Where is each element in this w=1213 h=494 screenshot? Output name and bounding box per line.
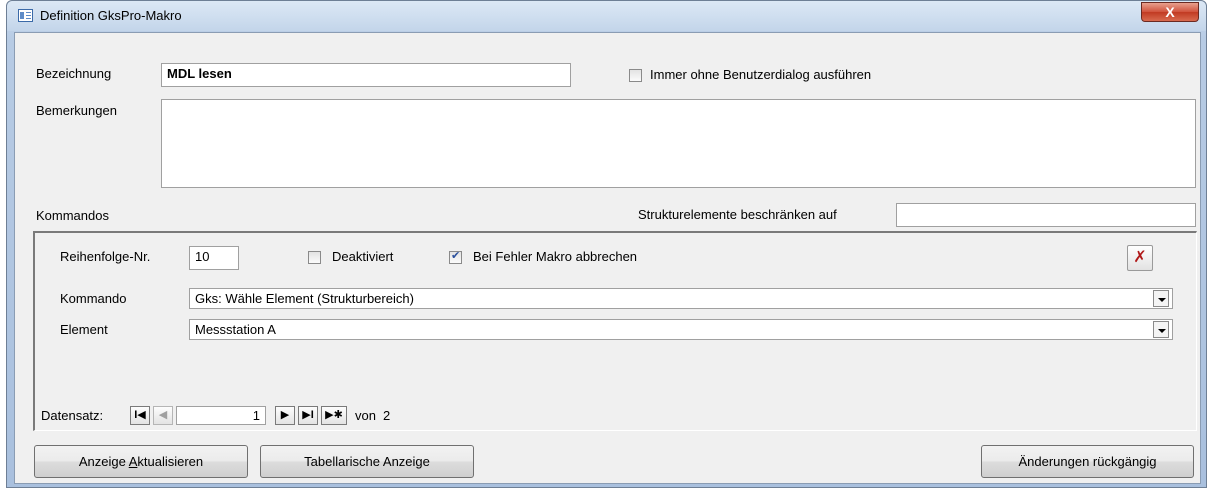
immer-ohne-checkbox[interactable] [629,69,642,82]
refresh-label-post: ktualisieren [137,454,204,469]
prev-record-button[interactable]: ◀ [153,406,173,425]
delete-record-icon: ✗ [1133,249,1147,266]
element-label: Element [60,322,108,337]
kommandos-subform: Reihenfolge-Nr. 10 Deaktiviert Bei Fehle… [33,231,1197,431]
kommando-label: Kommando [60,291,127,306]
form-body: Bezeichnung MDL lesen Immer ohne Benutze… [14,32,1201,484]
reihenfolge-label: Reihenfolge-Nr. [60,249,151,264]
kommando-dropdown-icon[interactable] [1153,290,1169,307]
deaktiviert-checkbox[interactable] [308,251,321,264]
element-dropdown-icon[interactable] [1153,321,1169,338]
undo-changes-button[interactable]: Änderungen rückgängig [981,445,1194,478]
window-title: Definition GksPro-Makro [40,8,182,23]
kommando-value[interactable]: Gks: Wähle Element (Strukturbereich) [189,288,1173,309]
struktur-label: Strukturelemente beschränken auf [638,207,837,222]
of-label: von [355,408,376,423]
form-icon [18,9,33,22]
immer-ohne-label: Immer ohne Benutzerdialog ausführen [650,67,872,82]
title-bar[interactable]: Definition GksPro-Makro X [7,1,1206,31]
delete-record-button[interactable]: ✗ [1127,245,1153,271]
new-record-button[interactable]: ▶✱ [321,406,347,425]
last-record-button[interactable]: ▶I [298,406,318,425]
datensatz-label: Datensatz: [41,408,104,423]
first-record-button[interactable]: I◀ [130,406,150,425]
bemerkungen-field[interactable] [161,99,1196,188]
close-button[interactable]: X [1141,2,1199,22]
bemerkungen-label: Bemerkungen [36,103,117,118]
next-record-button[interactable]: ▶ [275,406,295,425]
element-combobox[interactable]: Messstation A [189,319,1173,340]
record-total: 2 [383,408,391,423]
table-view-button[interactable]: Tabellarische Anzeige [260,445,474,478]
bezeichnung-label: Bezeichnung [36,66,112,81]
kommando-combobox[interactable]: Gks: Wähle Element (Strukturbereich) [189,288,1173,309]
deaktiviert-label: Deaktiviert [332,249,394,264]
struktur-field[interactable] [896,203,1196,227]
refresh-label-pre: Anzeige [78,454,129,469]
refresh-button[interactable]: Anzeige Aktualisieren [34,445,248,478]
record-number-field[interactable]: 1 [176,406,266,425]
bei-fehler-checkbox[interactable] [449,249,462,264]
reihenfolge-field[interactable]: 10 [189,246,239,270]
kommandos-label: Kommandos [36,208,109,223]
bezeichnung-field[interactable]: MDL lesen [161,63,571,87]
element-value[interactable]: Messstation A [189,319,1173,340]
dialog-window: Definition GksPro-Makro X Bezeichnung MD… [6,0,1207,488]
bei-fehler-label: Bei Fehler Makro abbrechen [473,249,638,264]
